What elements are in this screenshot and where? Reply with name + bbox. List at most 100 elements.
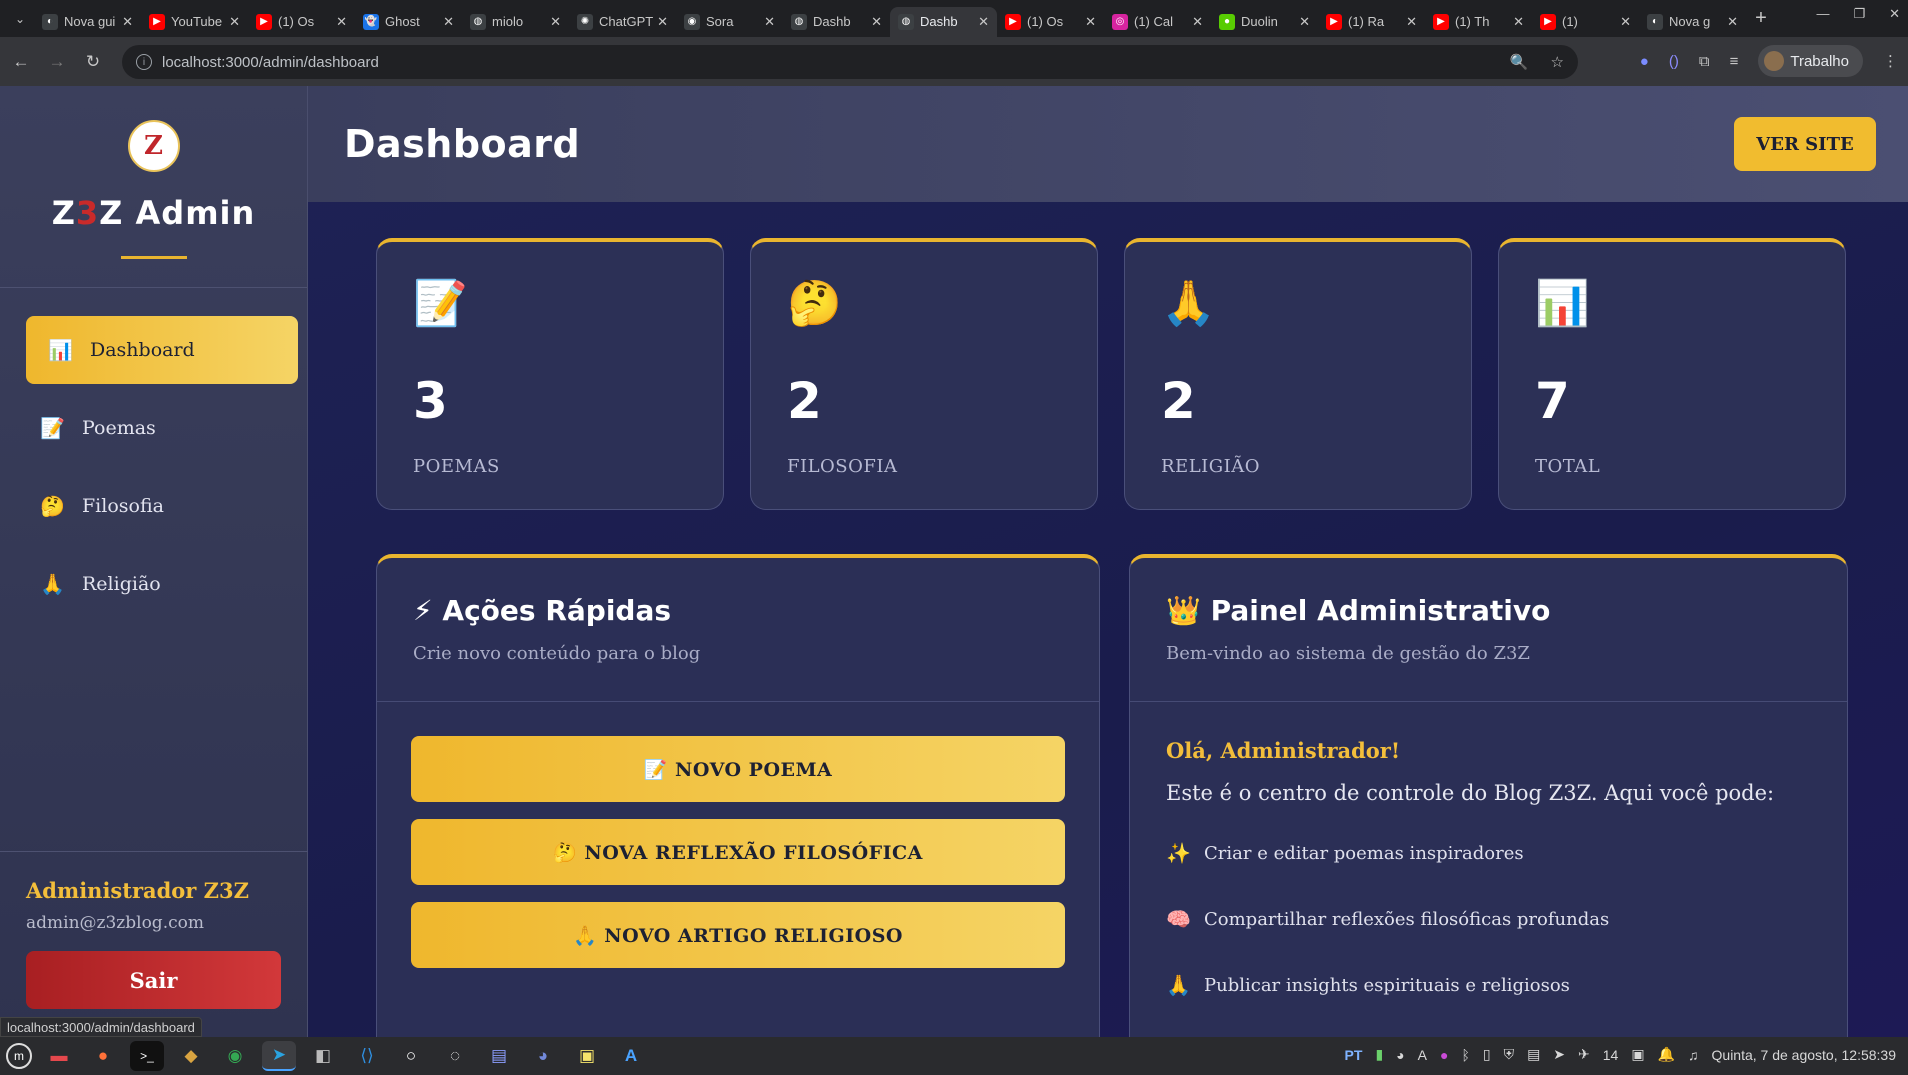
browser-menu-icon[interactable]: ⋮ — [1883, 52, 1898, 70]
new-poem-button[interactable]: 📝 NOVO POEMA — [411, 736, 1065, 802]
notes-icon[interactable]: ▤ — [482, 1041, 516, 1071]
avatar — [1764, 51, 1785, 71]
calendar-tray-icon[interactable]: ▣ — [1631, 1046, 1644, 1063]
zoom-icon[interactable]: 🔍 — [1510, 53, 1529, 71]
tab-close-icon[interactable]: ✕ — [978, 14, 989, 30]
tab-close-icon[interactable]: ✕ — [657, 14, 668, 30]
quick-actions-list: 📝 NOVO POEMA 🤔 NOVA REFLEXÃO FILOSÓFICA … — [377, 702, 1099, 968]
browser-tab[interactable]: ◍ miolo ✕ — [462, 7, 569, 37]
reload-icon[interactable]: ↻ — [78, 52, 108, 72]
extensions-puzzle-icon[interactable]: ⧉ — [1699, 53, 1710, 70]
tab-close-icon[interactable]: ✕ — [1727, 14, 1738, 30]
browser-tab[interactable]: ◎ (1) Cal ✕ — [1104, 7, 1211, 37]
start-menu-icon[interactable]: m — [6, 1043, 32, 1069]
app-tray-icon[interactable]: ● — [1440, 1047, 1448, 1063]
tab-close-icon[interactable]: ✕ — [550, 14, 561, 30]
browser-tab[interactable]: ▶ (1) Th ✕ — [1425, 7, 1532, 37]
browser-tab[interactable]: ▶ YouTube ✕ — [141, 7, 248, 37]
logout-button[interactable]: Sair — [26, 951, 281, 1009]
notes-tray-icon[interactable]: ▤ — [1527, 1046, 1540, 1063]
sidebar-item-religiao[interactable]: 🙏 Religião — [26, 550, 297, 618]
new-philosophy-button[interactable]: 🤔 NOVA REFLEXÃO FILOSÓFICA — [411, 819, 1065, 885]
maximize-icon[interactable]: ❐ — [1853, 6, 1865, 22]
tab-close-icon[interactable]: ✕ — [229, 14, 240, 30]
browser-tab[interactable]: ◐ Nova gui ✕ — [34, 7, 141, 37]
browser-tab[interactable]: ▶ (1) Ra ✕ — [1318, 7, 1425, 37]
minimize-icon[interactable]: — — [1816, 6, 1829, 22]
forward-arrow-icon[interactable]: → — [42, 52, 72, 72]
tab-close-icon[interactable]: ✕ — [871, 14, 882, 30]
text-editor-icon[interactable]: A — [614, 1041, 648, 1071]
new-religious-article-button[interactable]: 🙏 NOVO ARTIGO RELIGIOSO — [411, 902, 1065, 968]
tab-favicon-icon: ◍ — [898, 13, 914, 30]
telegram-tray-icon[interactable]: ➤ — [1553, 1046, 1565, 1063]
browser-tab-strip: ⌄ ◐ Nova gui ✕ ▶ YouTube ✕ ▶ (1) Os ✕ 👻 Ghost ✕ ◍ mio… — [0, 0, 1908, 37]
app-bird-icon[interactable]: ◆ — [174, 1041, 208, 1071]
browser-tab[interactable]: ▶ (1) ✕ — [1532, 7, 1639, 37]
clipboard-icon[interactable]: ▯ — [1483, 1046, 1491, 1063]
system-tray: PT ▮ ◕ A ● ᛒ ▯ ⛨ ▤ ➤ ✈ 14 ▣ 🔔 ♫ Quinta, … — [1345, 1046, 1896, 1063]
tab-close-icon[interactable]: ✕ — [1620, 14, 1631, 30]
new-tab-button[interactable]: + — [1746, 7, 1776, 30]
media-control-icon[interactable]: ≡ — [1730, 53, 1739, 70]
tab-close-icon[interactable]: ✕ — [1085, 14, 1096, 30]
terminal-icon[interactable]: >_ — [130, 1041, 164, 1071]
sticky-notes-icon[interactable]: ▣ — [570, 1041, 604, 1071]
address-url[interactable]: localhost:3000/admin/dashboard — [162, 54, 379, 71]
discord-tray-icon[interactable]: ◕ — [1396, 1047, 1404, 1063]
browser-tab[interactable]: ◐ Nova g ✕ — [1639, 7, 1746, 37]
tab-label: Duolin — [1241, 14, 1278, 29]
tab-close-icon[interactable]: ✕ — [1513, 14, 1524, 30]
discord-extension-icon[interactable]: ● — [1640, 53, 1649, 70]
chrome-icon[interactable]: ◉ — [218, 1041, 252, 1071]
bookmark-star-icon[interactable]: ☆ — [1551, 53, 1564, 71]
memo-icon: 📝 — [413, 279, 468, 328]
bluetooth-icon[interactable]: ᛒ — [1461, 1047, 1469, 1063]
rocket-icon[interactable]: ✈ — [1578, 1046, 1590, 1063]
tab-close-icon[interactable]: ✕ — [122, 14, 133, 30]
battery-icon[interactable]: ▮ — [1375, 1046, 1383, 1063]
clock[interactable]: Quinta, 7 de agosto, 12:58:39 — [1712, 1047, 1896, 1063]
volume-app-icon[interactable]: ◧ — [306, 1041, 340, 1071]
tab-search-chevron-icon[interactable]: ⌄ — [6, 5, 34, 33]
discord-icon[interactable]: ◕ — [526, 1041, 560, 1071]
browser-tab[interactable]: 👻 Ghost ✕ — [355, 7, 462, 37]
vscode-icon[interactable]: ⟨⟩ — [350, 1041, 384, 1071]
files-folder-icon[interactable]: ▬ — [42, 1041, 76, 1071]
stats-row: 📝 3 POEMAS 🤔 2 FILOSOFIA 🙏 2 RELIGIÃO 📊 … — [376, 238, 1846, 510]
tab-close-icon[interactable]: ✕ — [764, 14, 775, 30]
tab-close-icon[interactable]: ✕ — [336, 14, 347, 30]
profile-button[interactable]: Trabalho — [1758, 45, 1863, 77]
tab-close-icon[interactable]: ✕ — [443, 14, 454, 30]
browser-tab[interactable]: ◉ Sora ✕ — [676, 7, 783, 37]
browser-tab[interactable]: ▶ (1) Os ✕ — [248, 7, 355, 37]
back-arrow-icon[interactable]: ← — [6, 52, 36, 72]
firefox-icon[interactable]: ● — [86, 1041, 120, 1071]
font-tray-icon[interactable]: A — [1418, 1047, 1427, 1063]
sidebar-item-poemas[interactable]: 📝 Poemas — [26, 394, 297, 462]
browser-tab[interactable]: ✺ ChatGPT ✕ — [569, 7, 676, 37]
site-info-icon[interactable]: i — [136, 54, 152, 70]
browser-tab[interactable]: ◍ Dashb ✕ — [783, 7, 890, 37]
browser-tab[interactable]: ▶ (1) Os ✕ — [997, 7, 1104, 37]
shield-icon[interactable]: ⛨ — [1504, 1046, 1515, 1063]
telegram-icon[interactable]: ➤ — [262, 1041, 296, 1071]
brand-logo: Z — [127, 120, 180, 172]
keyboard-layout[interactable]: PT — [1345, 1047, 1363, 1063]
quick-actions-panel: ⚡ Ações Rápidas Crie novo conteúdo para … — [376, 554, 1100, 1037]
sidebar-item-filosofia[interactable]: 🤔 Filosofia — [26, 472, 297, 540]
tab-close-icon[interactable]: ✕ — [1406, 14, 1417, 30]
close-window-icon[interactable]: ✕ — [1889, 6, 1900, 22]
tab-close-icon[interactable]: ✕ — [1299, 14, 1310, 30]
view-site-button[interactable]: VER SITE — [1734, 117, 1876, 171]
notification-bell-icon[interactable]: 🔔 — [1658, 1046, 1675, 1063]
search-lens-icon[interactable]: ○ — [394, 1041, 428, 1071]
browser-tab[interactable]: ● Duolin ✕ — [1211, 7, 1318, 37]
sidebar-item-dashboard[interactable]: 📊 Dashboard — [26, 316, 298, 384]
tab-close-icon[interactable]: ✕ — [1192, 14, 1203, 30]
address-bar[interactable]: i localhost:3000/admin/dashboard 🔍 ☆ — [122, 45, 1578, 79]
music-icon[interactable]: ♫ — [1688, 1047, 1699, 1063]
browser-tab[interactable]: ◍ Dashb ✕ — [890, 6, 997, 37]
brackets-extension-icon[interactable]: () — [1669, 53, 1679, 70]
app-circle-icon[interactable]: ◌ — [438, 1041, 472, 1071]
